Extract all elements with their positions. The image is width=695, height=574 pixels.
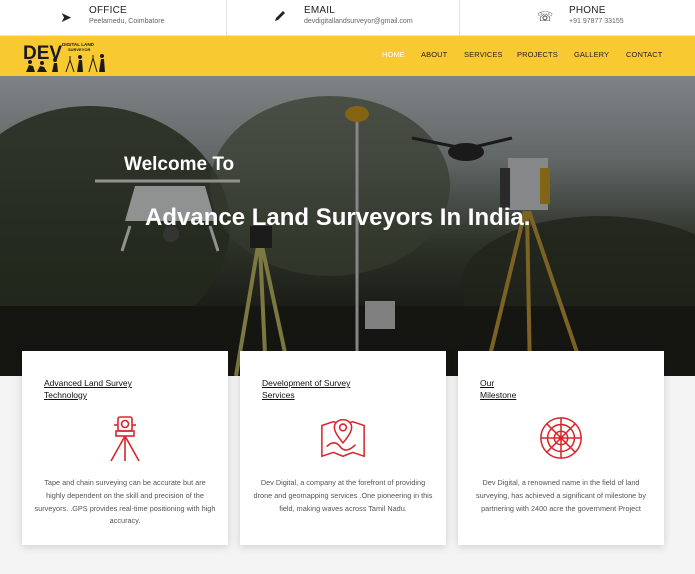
- hero-title: Advance Land Surveyors In India.: [145, 204, 531, 231]
- email-link[interactable]: devdigitallandsurveyor@gmail.com: [304, 18, 413, 25]
- card-description: Tape and chain surveying can be accurate…: [34, 478, 216, 526]
- phone-link[interactable]: +91 97877 33155: [569, 18, 624, 25]
- hero-welcome: Welcome To: [124, 154, 235, 175]
- card-title-line1: Advanced Land Survey: [44, 378, 132, 388]
- card-title-line2: Technology: [44, 390, 88, 400]
- radar-target-icon: [540, 417, 582, 459]
- card-title[interactable]: Advanced Land Survey Technology: [44, 377, 132, 401]
- email-label: EMAIL: [304, 5, 336, 16]
- nav-about[interactable]: ABOUT: [421, 50, 447, 59]
- navbar: DEV DIGITAL LAND SURVEYOR HOME ABOUT SER…: [0, 36, 695, 76]
- map-location-icon: [321, 418, 365, 458]
- feature-card-services: Development of Survey Services Dev Digit…: [240, 351, 446, 545]
- surveying-tripod-icon: [110, 416, 140, 462]
- nav-projects[interactable]: PROJECTS: [517, 50, 558, 59]
- card-description: Dev Digital, a company at the forefront …: [253, 478, 433, 513]
- top-info-bar: ➤ OFFICE Peelamedu, Coimbatore EMAIL dev…: [0, 0, 695, 36]
- nav-gallery[interactable]: GALLERY: [574, 50, 609, 59]
- card-title-line2: Services: [262, 390, 295, 400]
- card-title[interactable]: Our Milestone: [480, 377, 516, 401]
- office-value: Peelamedu, Coimbatore: [89, 18, 165, 25]
- feature-card-milestone: Our Milestone Dev Digital, a renowned na…: [458, 351, 664, 545]
- phone-label: PHONE: [569, 5, 606, 16]
- office-info: ➤ OFFICE Peelamedu, Coimbatore: [0, 0, 226, 36]
- phone-icon: ☏: [537, 9, 554, 24]
- nav-services[interactable]: SERVICES: [464, 50, 503, 59]
- send-arrow-icon: ➤: [60, 9, 72, 25]
- nav-home[interactable]: HOME: [382, 50, 405, 59]
- card-description: Dev Digital, a renowned name in the fiel…: [476, 478, 646, 513]
- phone-info: ☏ PHONE +91 97877 33155: [460, 0, 695, 36]
- card-title-line1: Our: [480, 378, 495, 388]
- card-title[interactable]: Development of Survey Services: [262, 377, 350, 401]
- pen-icon: [272, 9, 288, 25]
- email-info: EMAIL devdigitallandsurveyor@gmail.com: [227, 0, 459, 36]
- feature-card-technology: Advanced Land Survey Technology Tape and…: [22, 351, 228, 545]
- card-title-line2: Milestone: [480, 390, 517, 400]
- nav-contact[interactable]: CONTACT: [626, 50, 662, 59]
- card-title-line1: Development of Survey: [262, 378, 351, 388]
- office-label: OFFICE: [89, 5, 127, 16]
- hero-banner: Welcome To Advance Land Surveyors In Ind…: [0, 76, 695, 376]
- main-nav: HOME ABOUT SERVICES PROJECTS GALLERY CON…: [0, 36, 695, 76]
